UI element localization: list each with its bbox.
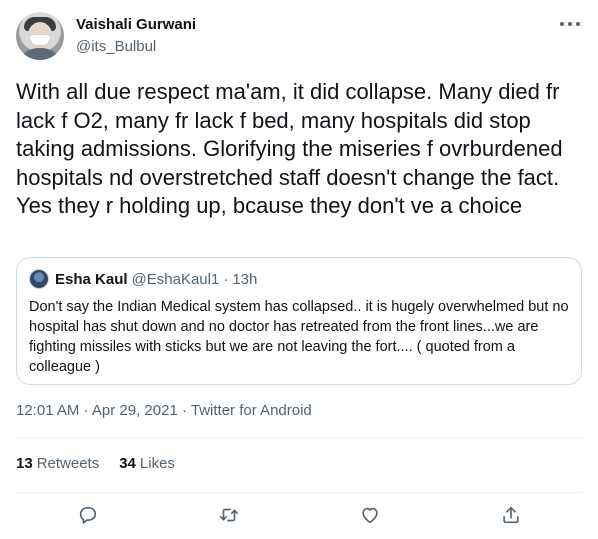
divider — [16, 492, 582, 493]
quoted-separator: · — [223, 270, 229, 288]
share-icon[interactable] — [500, 504, 522, 526]
author-names: Vaishali Gurwani @its_Bulbul — [76, 15, 196, 57]
quoted-timestamp: 13h — [232, 270, 258, 288]
quoted-tweet-text: Don't say the Indian Medical system has … — [29, 299, 569, 375]
tweet-date[interactable]: Apr 29, 2021 — [92, 402, 178, 419]
quoted-tweet-header: Esha Kaul @EshaKaul1 · 13h — [29, 268, 569, 290]
author-handle[interactable]: @its_Bulbul — [76, 37, 196, 57]
retweet-icon[interactable] — [218, 504, 240, 526]
author-avatar[interactable] — [16, 12, 64, 60]
tweet-stats: 13 Retweets 34 Likes — [16, 455, 175, 472]
reply-icon[interactable] — [77, 504, 99, 526]
quoted-author-avatar — [29, 269, 49, 289]
tweet-time[interactable]: 12:01 AM — [16, 402, 79, 419]
more-options-icon[interactable] — [560, 16, 580, 32]
retweets-count: 13 — [16, 455, 33, 472]
tweet-source[interactable]: Twitter for Android — [191, 402, 312, 419]
likes-label: Likes — [139, 455, 175, 472]
quoted-author-name: Esha Kaul — [55, 270, 128, 288]
like-icon[interactable] — [359, 504, 381, 526]
meta-separator-2: · — [177, 402, 191, 419]
tweet-header: Vaishali Gurwani @its_Bulbul — [16, 12, 582, 62]
quoted-author-handle: @EshaKaul1 — [131, 270, 220, 288]
likes-stat[interactable]: 34 Likes — [119, 455, 175, 472]
quoted-tweet[interactable]: Esha Kaul @EshaKaul1 · 13h Don't say the… — [16, 257, 582, 385]
tweet-meta: 12:01 AM · Apr 29, 2021 · Twitter for An… — [16, 402, 312, 419]
divider — [16, 437, 582, 438]
retweets-stat[interactable]: 13 Retweets — [16, 455, 99, 472]
author-display-name[interactable]: Vaishali Gurwani — [76, 15, 196, 35]
tweet-text: With all due respect ma'am, it did colla… — [16, 79, 563, 218]
meta-separator: · — [79, 402, 92, 419]
tweet-actions — [0, 500, 598, 532]
retweets-label: Retweets — [36, 455, 100, 472]
likes-count: 34 — [119, 455, 136, 472]
